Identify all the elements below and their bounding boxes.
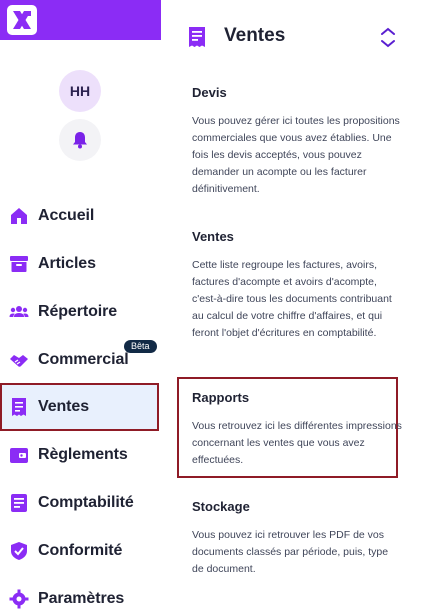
nav-item-ventes[interactable]: Ventes bbox=[0, 383, 159, 431]
gear-icon bbox=[9, 589, 29, 609]
nav-item-parametres[interactable]: Paramètres bbox=[0, 575, 161, 610]
nav-label: Articles bbox=[38, 255, 96, 272]
nav-label: Conformité bbox=[38, 542, 123, 559]
section-title: Stockage bbox=[192, 499, 250, 514]
nav-item-reglements[interactable]: Règlements bbox=[0, 431, 161, 479]
user-avatar[interactable]: HH bbox=[59, 70, 101, 112]
app-logo[interactable] bbox=[7, 5, 37, 35]
receipt-icon bbox=[12, 398, 26, 416]
section-ventes[interactable]: Ventes Cette liste regroupe les factures… bbox=[192, 229, 402, 342]
panel-title: Ventes bbox=[224, 25, 286, 46]
section-devis[interactable]: Devis Vous pouvez gérer ici toutes les p… bbox=[192, 85, 402, 198]
bell-icon bbox=[73, 132, 87, 149]
home-icon bbox=[11, 208, 27, 224]
beta-badge: Bêta bbox=[124, 340, 157, 353]
section-stockage[interactable]: Stockage Vous pouvez ici retrouver les P… bbox=[192, 499, 402, 578]
section-title: Ventes bbox=[192, 229, 234, 244]
nav-label: Règlements bbox=[38, 446, 128, 463]
nav-label: Paramètres bbox=[38, 590, 125, 607]
notifications-button[interactable] bbox=[59, 119, 101, 161]
brand-bar bbox=[0, 0, 161, 40]
nav-label: Répertoire bbox=[38, 303, 118, 320]
nav-item-articles[interactable]: Articles bbox=[0, 240, 161, 288]
archive-box-icon bbox=[10, 256, 28, 272]
nav-label: Comptabilité bbox=[38, 494, 134, 511]
logo-x-icon bbox=[13, 11, 31, 29]
section-rapports[interactable]: Rapports Vous retrouvez ici les différen… bbox=[192, 390, 402, 469]
shield-check-icon bbox=[11, 542, 27, 560]
section-description: Vous pouvez ici retrouver les PDF de vos… bbox=[192, 529, 389, 575]
users-icon bbox=[9, 306, 29, 317]
section-description: Vous pouvez gérer ici toutes les proposi… bbox=[192, 115, 400, 195]
sidebar: HH Accueil Articles Répertoire Commercia… bbox=[0, 0, 161, 610]
nav-item-conformite[interactable]: Conformité bbox=[0, 527, 161, 575]
section-title: Rapports bbox=[192, 390, 250, 405]
nav-label: Commercial bbox=[38, 351, 129, 368]
nav-item-comptabilite[interactable]: Comptabilité bbox=[0, 479, 161, 527]
section-description: Vous retrouvez ici les différentes impre… bbox=[192, 420, 402, 466]
nav-label: Ventes bbox=[38, 398, 89, 415]
collapse-chevrons-icon[interactable] bbox=[376, 25, 400, 49]
section-title: Devis bbox=[192, 85, 227, 100]
ledger-icon bbox=[11, 494, 27, 512]
nav-item-repertoire[interactable]: Répertoire bbox=[0, 288, 161, 336]
section-description: Cette liste regroupe les factures, avoir… bbox=[192, 259, 392, 339]
receipt-icon bbox=[189, 27, 205, 47]
wallet-icon bbox=[10, 448, 28, 463]
nav-label: Accueil bbox=[38, 207, 95, 224]
handshake-icon bbox=[10, 355, 28, 367]
nav-item-accueil[interactable]: Accueil bbox=[0, 192, 161, 240]
